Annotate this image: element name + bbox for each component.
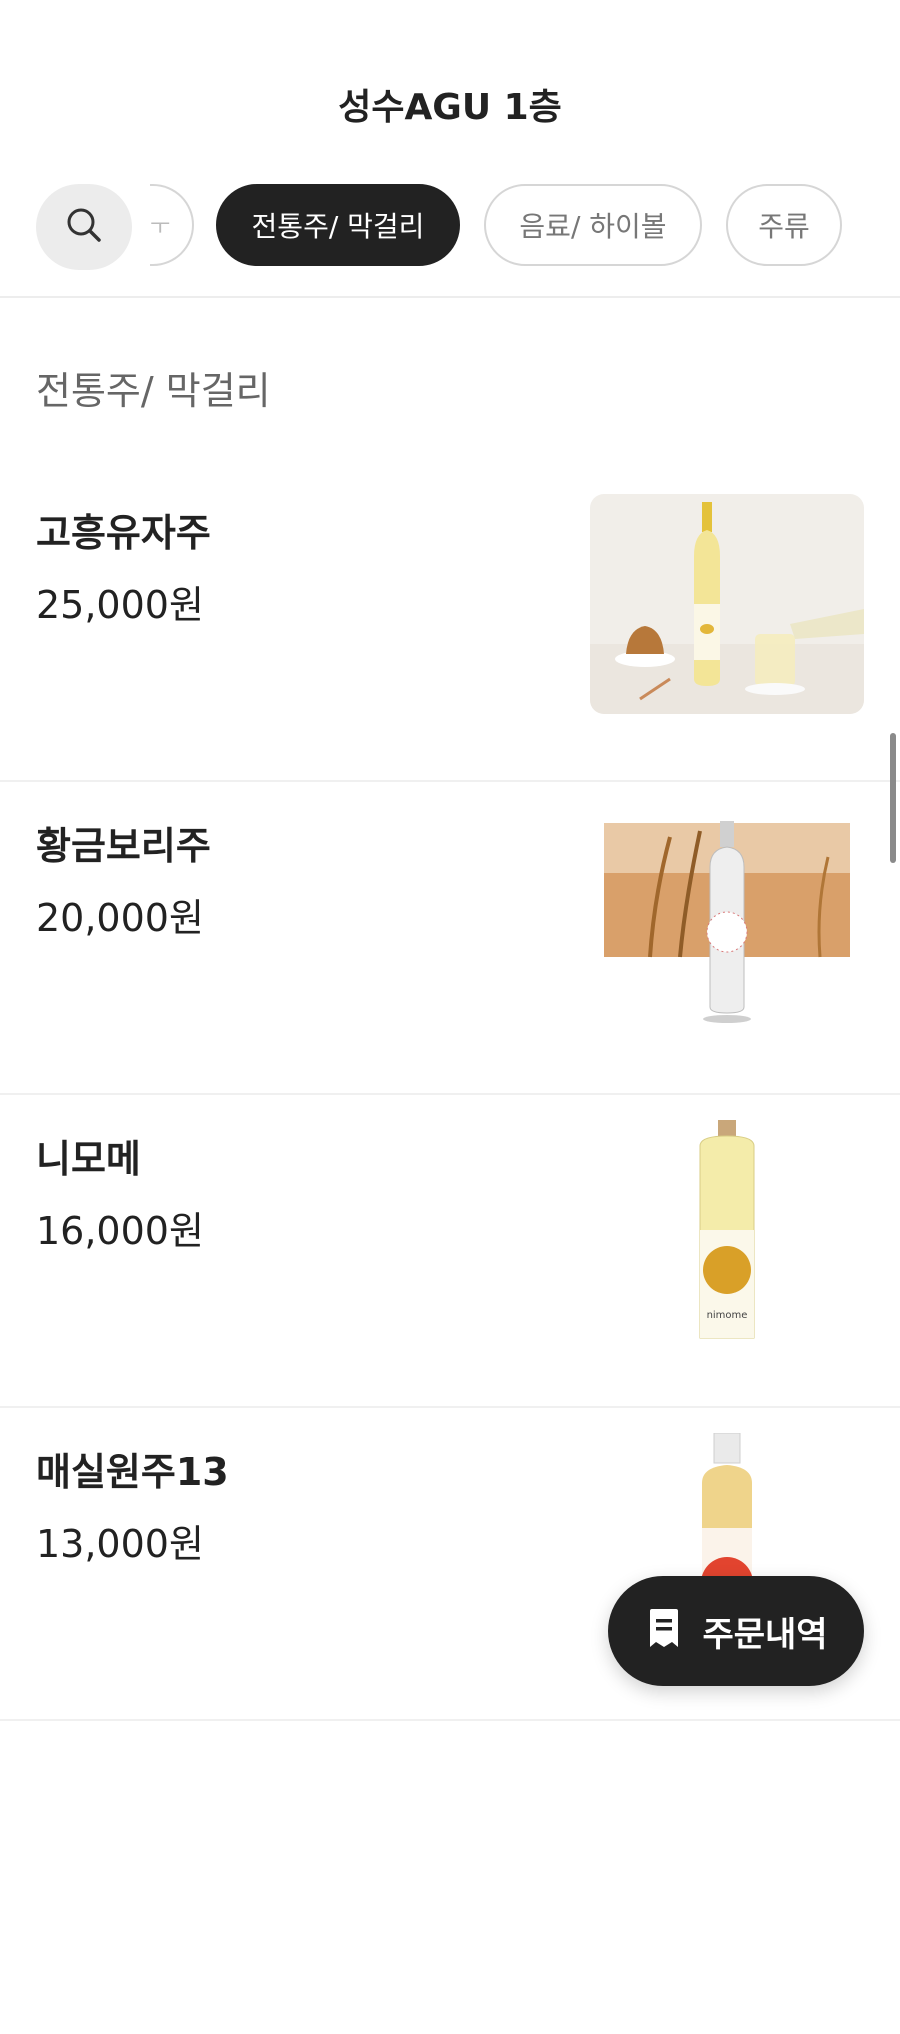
svg-text:nimome: nimome — [707, 1310, 748, 1321]
category-tabs: ㅜ 전통주/ 막걸리 음료/ 하이볼 주류 — [0, 180, 900, 274]
scroll-indicator[interactable] — [890, 733, 896, 863]
yuzu-liquor-bottle-image — [590, 494, 864, 714]
order-history-button[interactable]: 주문내역 — [608, 1576, 864, 1686]
tab-label: 음료/ 하이볼 — [519, 210, 667, 243]
item-name: 매실원주13 — [36, 1450, 229, 1494]
tabs-divider — [0, 296, 900, 298]
search-button[interactable] — [36, 184, 132, 270]
menu-item[interactable] — [0, 1722, 900, 2034]
tab-label: ㅜ — [150, 215, 171, 240]
menu-item[interactable]: 황금보리주 20,000원 — [0, 783, 900, 1095]
tab-label: 전통주/ 막걸리 — [251, 210, 425, 243]
tab-previous-clipped[interactable]: ㅜ — [150, 184, 194, 266]
item-name: 고흥유자주 — [36, 511, 211, 555]
store-title: 성수AGU 1층 — [338, 87, 562, 128]
tab-liquor[interactable]: 주류 — [726, 184, 842, 266]
item-price: 16,000원 — [36, 1209, 204, 1253]
receipt-icon — [644, 1607, 684, 1655]
barley-liquor-bottle-image — [590, 807, 864, 1027]
tab-label: 주류 — [758, 210, 810, 243]
item-price: 25,000원 — [36, 583, 204, 627]
item-price: 20,000원 — [36, 896, 204, 940]
tab-drinks-highball[interactable]: 음료/ 하이볼 — [484, 184, 702, 266]
item-price: 13,000원 — [36, 1522, 204, 1566]
section-title: 전통주/ 막걸리 — [36, 369, 271, 413]
search-icon — [65, 206, 103, 248]
menu-item[interactable]: 니모메 16,000원 nimome — [0, 1096, 900, 1408]
item-name: 황금보리주 — [36, 824, 211, 868]
order-history-label: 주문내역 — [702, 1614, 828, 1655]
menu-item[interactable]: 고흥유자주 25,000원 — [0, 470, 900, 782]
tab-traditional-liquor[interactable]: 전통주/ 막걸리 — [216, 184, 460, 266]
item-name: 니모메 — [36, 1137, 141, 1181]
nimome-bottle-image: nimome — [590, 1120, 864, 1340]
header: 성수AGU 1층 — [0, 0, 900, 170]
